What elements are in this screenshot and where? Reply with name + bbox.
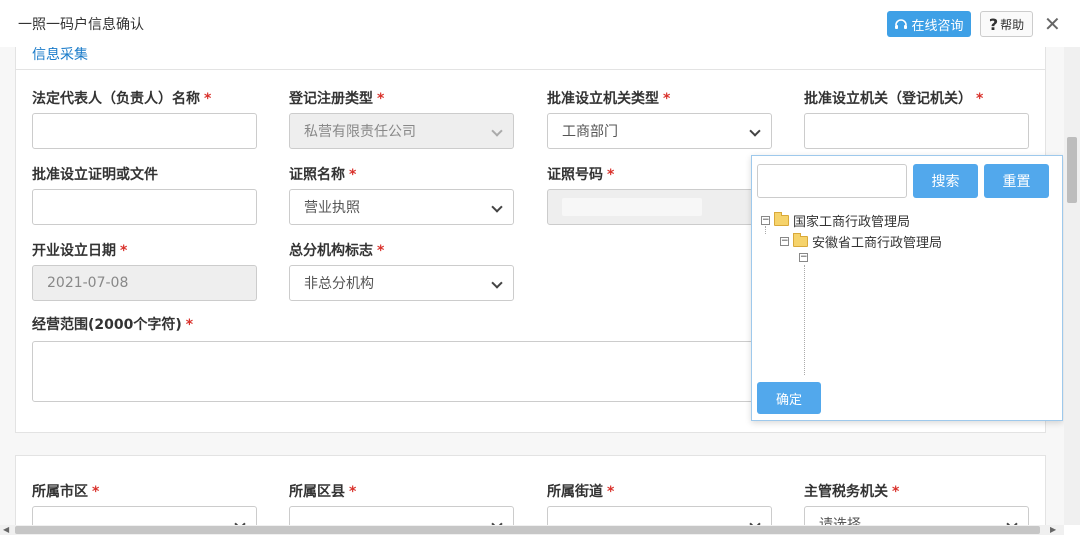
open-date-label: 开业设立日期 * bbox=[32, 243, 128, 259]
help-button[interactable]: ? 帮助 bbox=[980, 11, 1033, 37]
tree-search-input[interactable] bbox=[757, 164, 907, 198]
collapse-icon[interactable]: − bbox=[780, 237, 789, 246]
question-icon: ? bbox=[988, 14, 999, 34]
approval-org-input[interactable] bbox=[804, 113, 1029, 149]
horizontal-scrollbar[interactable]: ◀ ▶ bbox=[0, 525, 1064, 535]
window-title: 一照一码户信息确认 bbox=[18, 17, 144, 33]
tree-node-label: 国家工商行政管理局 bbox=[793, 215, 911, 230]
tree-search-button[interactable]: 搜索 bbox=[913, 164, 978, 198]
section-title: 信息采集 bbox=[32, 47, 88, 63]
horizontal-scroll-thumb[interactable] bbox=[15, 526, 1040, 534]
business-scope-label: 经营范围(2000个字符) * bbox=[32, 317, 194, 333]
location-panel: 所属市区 * 所属区县 * 所属街道 * 主管税务机关 * 请选择 bbox=[15, 455, 1046, 525]
tree-node-child[interactable]: − 安徽省工商行政管理局 bbox=[780, 232, 942, 251]
tree-node-empty[interactable]: − bbox=[799, 253, 808, 262]
scroll-right-icon[interactable]: ▶ bbox=[1050, 525, 1056, 534]
collapse-icon[interactable]: − bbox=[761, 216, 770, 225]
title-bar: 一照一码户信息确认 在线咨询 ? 帮助 ✕ bbox=[0, 0, 1080, 47]
close-icon[interactable]: ✕ bbox=[1044, 12, 1061, 36]
scroll-left-icon[interactable]: ◀ bbox=[3, 525, 9, 534]
consult-label: 在线咨询 bbox=[911, 18, 964, 34]
legal-rep-label: 法定代表人（负责人）名称 * bbox=[32, 91, 212, 107]
open-date-input[interactable]: 2021-07-08 bbox=[32, 265, 257, 301]
redacted-text bbox=[562, 198, 702, 216]
license-name-label: 证照名称 * bbox=[289, 167, 357, 183]
tree-node-root[interactable]: − 国家工商行政管理局 bbox=[761, 211, 910, 230]
county-label: 所属区县 * bbox=[289, 484, 357, 500]
tree-confirm-button[interactable]: 确定 bbox=[757, 382, 821, 414]
approval-org-label: 批准设立机关（登记机关） * bbox=[804, 91, 984, 107]
folder-icon bbox=[774, 212, 789, 226]
online-consult-button[interactable]: 在线咨询 bbox=[887, 11, 971, 37]
tax-authority-select[interactable]: 请选择 bbox=[804, 506, 1029, 525]
section-divider bbox=[16, 69, 1045, 70]
approval-doc-input[interactable] bbox=[32, 189, 257, 225]
license-no-input[interactable] bbox=[547, 189, 772, 225]
reg-type-label: 登记注册类型 * bbox=[289, 91, 385, 107]
tree-connector bbox=[804, 265, 805, 375]
headset-icon bbox=[895, 19, 908, 29]
street-label: 所属街道 * bbox=[547, 484, 615, 500]
folder-icon bbox=[793, 233, 808, 247]
tree-reset-button[interactable]: 重置 bbox=[984, 164, 1049, 198]
approval-org-type-label: 批准设立机关类型 * bbox=[547, 91, 671, 107]
city-select[interactable] bbox=[32, 506, 257, 525]
org-tree-popup: 搜索 重置 − 国家工商行政管理局 − 安徽省工商行政管理局 − 确定 bbox=[751, 155, 1063, 421]
help-label: 帮助 bbox=[1000, 17, 1025, 32]
county-select[interactable] bbox=[289, 506, 514, 525]
vertical-scroll-thumb[interactable] bbox=[1067, 137, 1077, 203]
tree-node-label: 安徽省工商行政管理局 bbox=[812, 236, 943, 251]
approval-doc-label: 批准设立证明或文件 bbox=[32, 167, 158, 183]
city-label: 所属市区 * bbox=[32, 484, 100, 500]
branch-flag-select[interactable]: 非总分机构 bbox=[289, 265, 514, 301]
vertical-scrollbar[interactable] bbox=[1064, 47, 1080, 525]
legal-rep-input[interactable] bbox=[32, 113, 257, 149]
street-select[interactable] bbox=[547, 506, 772, 525]
branch-flag-label: 总分机构标志 * bbox=[289, 243, 385, 259]
license-no-label: 证照号码 * bbox=[547, 167, 615, 183]
tax-authority-label: 主管税务机关 * bbox=[804, 484, 900, 500]
collapse-icon[interactable]: − bbox=[799, 253, 808, 262]
approval-org-type-select[interactable]: 工商部门 bbox=[547, 113, 772, 149]
reg-type-select[interactable]: 私营有限责任公司 bbox=[289, 113, 514, 149]
license-name-select[interactable]: 营业执照 bbox=[289, 189, 514, 225]
